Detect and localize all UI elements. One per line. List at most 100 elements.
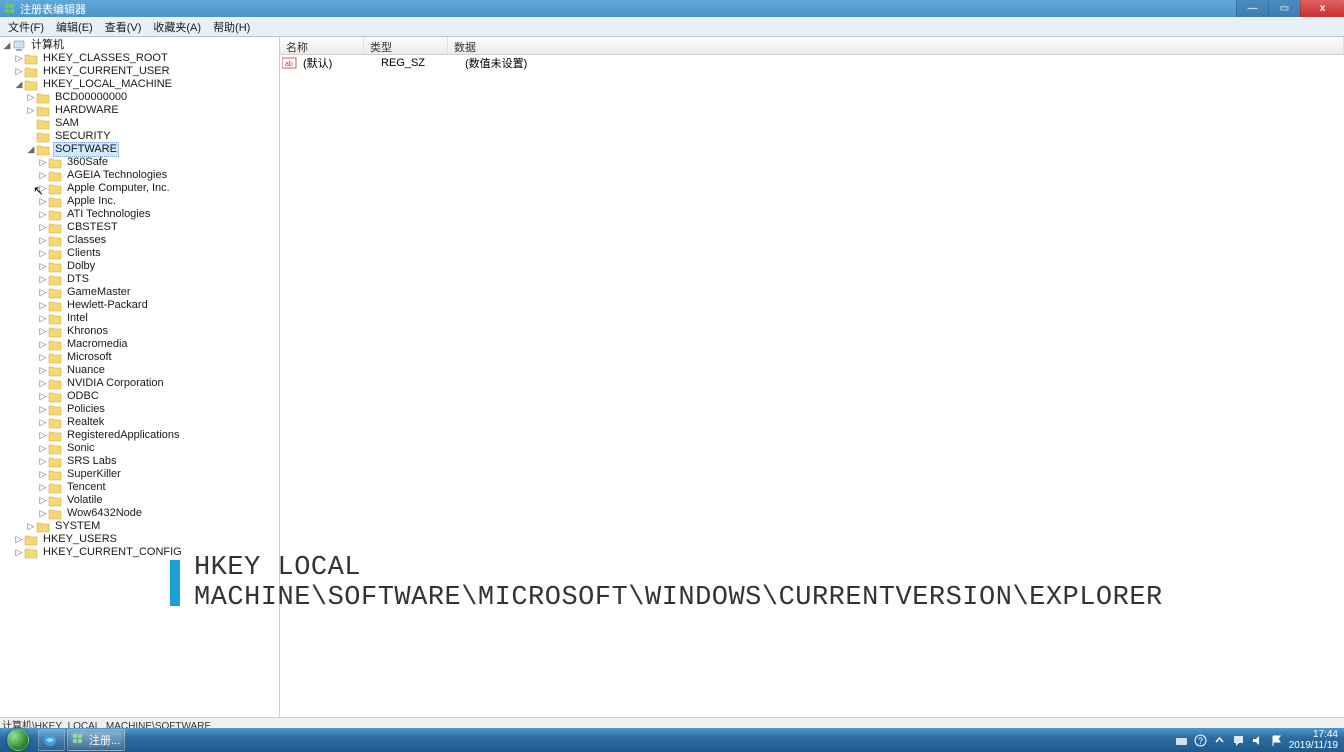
expander-icon[interactable]: ▷ xyxy=(38,325,48,338)
column-data[interactable]: 数据 xyxy=(448,37,1344,54)
chevron-up-icon[interactable] xyxy=(1213,734,1226,747)
expander-icon[interactable]: ▷ xyxy=(38,416,48,429)
expander-icon[interactable]: ▷ xyxy=(38,481,48,494)
expander-icon[interactable]: ▷ xyxy=(38,338,48,351)
start-button[interactable] xyxy=(0,728,36,752)
menu-edit[interactable]: 编辑(E) xyxy=(50,17,99,37)
expander-icon[interactable]: ▷ xyxy=(38,494,48,507)
expander-icon[interactable]: ◢ xyxy=(14,78,24,91)
tree-key-software[interactable]: ◢ SOFTWARE xyxy=(0,143,279,156)
expander-icon[interactable]: ▷ xyxy=(38,273,48,286)
expander-icon[interactable]: ▷ xyxy=(38,312,48,325)
help-icon[interactable]: ? xyxy=(1194,734,1207,747)
tree-key-superkiller[interactable]: ▷ SuperKiller xyxy=(0,468,279,481)
action-center-icon[interactable] xyxy=(1232,734,1245,747)
tree-key-registeredapplications[interactable]: ▷ RegisteredApplications xyxy=(0,429,279,442)
flag-icon[interactable] xyxy=(1270,734,1283,747)
tree-key-apple-inc-[interactable]: ▷ Apple Inc. xyxy=(0,195,279,208)
tree-key-clients[interactable]: ▷ Clients xyxy=(0,247,279,260)
expander-icon[interactable]: ▷ xyxy=(38,377,48,390)
expander-icon[interactable]: ▷ xyxy=(38,260,48,273)
close-button[interactable]: x xyxy=(1300,0,1344,17)
expander-icon[interactable]: ▷ xyxy=(38,208,48,221)
expander-icon[interactable]: ▷ xyxy=(38,468,48,481)
expander-icon[interactable]: ▷ xyxy=(38,403,48,416)
tree-key-hewlett-packard[interactable]: ▷ Hewlett-Packard xyxy=(0,299,279,312)
tree-hive-users[interactable]: ▷ HKEY_USERS xyxy=(0,533,279,546)
expander-icon[interactable]: ▷ xyxy=(26,91,36,104)
expander-icon[interactable]: ◢ xyxy=(2,39,12,52)
expander-icon[interactable]: ▷ xyxy=(38,507,48,520)
expander-icon[interactable]: ▷ xyxy=(38,390,48,403)
tree-key-hardware[interactable]: ▷ HARDWARE xyxy=(0,104,279,117)
menu-help[interactable]: 帮助(H) xyxy=(207,17,256,37)
expander-icon[interactable]: ▷ xyxy=(38,169,48,182)
tree-key-classes[interactable]: ▷ Classes xyxy=(0,234,279,247)
expander-icon[interactable]: ▷ xyxy=(38,442,48,455)
tree-key-bcd00000000[interactable]: ▷ BCD00000000 xyxy=(0,91,279,104)
expander-icon[interactable]: ▷ xyxy=(38,234,48,247)
expander-icon[interactable]: ▷ xyxy=(26,104,36,117)
tree-key-360safe[interactable]: ▷ 360Safe xyxy=(0,156,279,169)
tree-key-realtek[interactable]: ▷ Realtek xyxy=(0,416,279,429)
tree-key-system[interactable]: ▷ SYSTEM xyxy=(0,520,279,533)
maximize-button[interactable]: ▭ xyxy=(1268,0,1300,17)
tree-key-srs-labs[interactable]: ▷ SRS Labs xyxy=(0,455,279,468)
expander-icon[interactable]: ▷ xyxy=(14,533,24,546)
menu-view[interactable]: 查看(V) xyxy=(99,17,148,37)
list-pane[interactable]: 名称 类型 数据 ab (默认) REG_SZ (数值未设置) HKEY LOC… xyxy=(280,37,1344,717)
volume-icon[interactable] xyxy=(1251,734,1264,747)
expander-icon[interactable]: ▷ xyxy=(38,299,48,312)
menu-file[interactable]: 文件(F) xyxy=(2,17,50,37)
tree-key-sonic[interactable]: ▷ Sonic xyxy=(0,442,279,455)
expander-icon[interactable]: ▷ xyxy=(14,52,24,65)
tree-key-volatile[interactable]: ▷ Volatile xyxy=(0,494,279,507)
tray-icon[interactable] xyxy=(1175,734,1188,747)
taskbar-pinned-item[interactable] xyxy=(38,729,65,751)
column-type[interactable]: 类型 xyxy=(364,37,448,54)
tree-key-sam[interactable]: SAM xyxy=(0,117,279,130)
tree-pane[interactable]: ◢ 计算机 ▷ HKEY_CLASSES_ROOT ▷ HKEY_CURRENT… xyxy=(0,37,280,717)
taskbar-item-regedit[interactable]: 注册... xyxy=(67,729,125,751)
expander-icon[interactable]: ▷ xyxy=(38,351,48,364)
column-name[interactable]: 名称 xyxy=(280,37,364,54)
tree-root-computer[interactable]: ◢ 计算机 xyxy=(0,39,279,52)
expander-icon[interactable]: ▷ xyxy=(38,182,48,195)
expander-icon[interactable]: ▷ xyxy=(38,247,48,260)
tree-key-cbstest[interactable]: ▷ CBSTEST xyxy=(0,221,279,234)
tree-key-khronos[interactable]: ▷ Khronos xyxy=(0,325,279,338)
expander-icon[interactable]: ▷ xyxy=(14,65,24,78)
tree-key-nuance[interactable]: ▷ Nuance xyxy=(0,364,279,377)
tree-key-apple-computer-inc-[interactable]: ▷ Apple Computer, Inc. xyxy=(0,182,279,195)
expander-icon[interactable]: ▷ xyxy=(38,221,48,234)
tree-key-tencent[interactable]: ▷ Tencent xyxy=(0,481,279,494)
tree-key-wow6432node[interactable]: ▷ Wow6432Node xyxy=(0,507,279,520)
expander-icon[interactable]: ▷ xyxy=(14,546,24,559)
menu-favorites[interactable]: 收藏夹(A) xyxy=(147,17,207,37)
tree-key-security[interactable]: SECURITY xyxy=(0,130,279,143)
tree-hive-classes-root[interactable]: ▷ HKEY_CLASSES_ROOT xyxy=(0,52,279,65)
minimize-button[interactable]: — xyxy=(1236,0,1268,17)
expander-icon[interactable]: ▷ xyxy=(38,364,48,377)
tree-key-odbc[interactable]: ▷ ODBC xyxy=(0,390,279,403)
tree-key-microsoft[interactable]: ▷ Microsoft xyxy=(0,351,279,364)
tree-key-macromedia[interactable]: ▷ Macromedia xyxy=(0,338,279,351)
tree-key-policies[interactable]: ▷ Policies xyxy=(0,403,279,416)
expander-icon[interactable]: ▷ xyxy=(38,156,48,169)
expander-icon[interactable]: ▷ xyxy=(38,455,48,468)
tree-hive-local-machine[interactable]: ◢ HKEY_LOCAL_MACHINE xyxy=(0,78,279,91)
expander-icon[interactable]: ◢ xyxy=(26,143,36,156)
tree-key-intel[interactable]: ▷ Intel xyxy=(0,312,279,325)
expander-icon[interactable]: ▷ xyxy=(38,195,48,208)
tree-key-dolby[interactable]: ▷ Dolby xyxy=(0,260,279,273)
list-row[interactable]: ab (默认) REG_SZ (数值未设置) xyxy=(280,55,1344,70)
tree-key-gamemaster[interactable]: ▷ GameMaster xyxy=(0,286,279,299)
expander-icon[interactable]: ▷ xyxy=(26,520,36,533)
tree-key-ati-technologies[interactable]: ▷ ATI Technologies xyxy=(0,208,279,221)
expander-icon[interactable]: ▷ xyxy=(38,286,48,299)
tree-hive-current-user[interactable]: ▷ HKEY_CURRENT_USER xyxy=(0,65,279,78)
tree-key-nvidia-corporation[interactable]: ▷ NVIDIA Corporation xyxy=(0,377,279,390)
tree-key-ageia-technologies[interactable]: ▷ AGEIA Technologies xyxy=(0,169,279,182)
tray-clock[interactable]: 17:44 2019/11/19 xyxy=(1289,729,1338,751)
tree-key-dts[interactable]: ▷ DTS xyxy=(0,273,279,286)
